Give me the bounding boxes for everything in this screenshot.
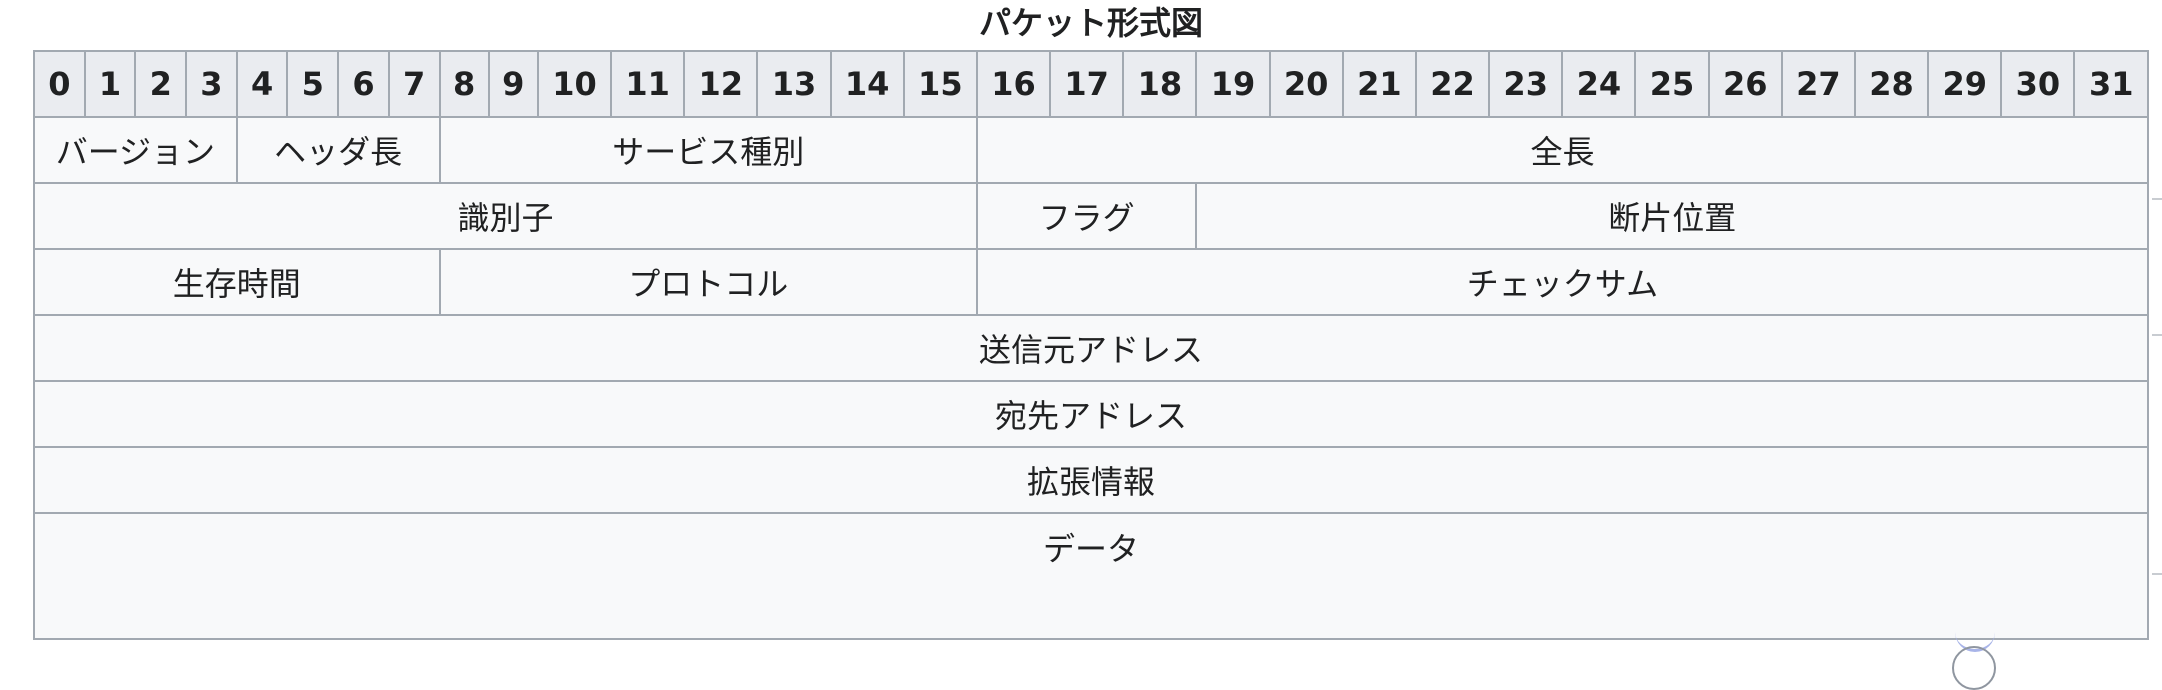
packet-row-3: 生存時間 プロトコル チェックサム [33, 248, 2150, 316]
bit-number-29: 29 [1927, 50, 2003, 118]
bit-number-24: 24 [1561, 50, 1637, 118]
bit-number-4: 4 [235, 50, 289, 118]
bit-number-14: 14 [829, 50, 905, 118]
packet-row-7: データ [33, 512, 2149, 640]
side-divider [2152, 334, 2162, 336]
bit-number-16: 16 [975, 50, 1052, 118]
bit-number-0: 0 [33, 50, 86, 118]
field-version: バージョン [33, 116, 238, 184]
field-fragment-offset: 断片位置 [1195, 182, 2149, 250]
packet-row-4: 送信元アドレス [33, 314, 2149, 382]
field-source-address: 送信元アドレス [33, 314, 2149, 382]
bit-number-13: 13 [756, 50, 832, 118]
bit-number-2: 2 [134, 50, 188, 118]
field-data: データ [33, 512, 2149, 640]
bit-number-9: 9 [487, 50, 539, 118]
packet-format-table: 0 1 2 3 4 5 6 7 8 9 10 11 12 13 14 15 16 17 18 19 20 21 22 23 24… [33, 50, 2150, 640]
bit-header-row: 0 1 2 3 4 5 6 7 8 9 10 11 12 13 14 15 16 17 18 19 20 21 22 23 24… [33, 50, 2149, 118]
field-options: 拡張情報 [33, 446, 2149, 514]
bit-number-21: 21 [1341, 50, 1417, 118]
bit-number-18: 18 [1122, 50, 1198, 118]
field-total-length: 全長 [975, 116, 2150, 184]
bit-number-27: 27 [1780, 50, 1856, 118]
field-ttl: 生存時間 [33, 248, 441, 316]
page-frame: パケット形式図 0 1 2 3 4 5 6 7 8 9 10 11 12 13 14 15 16 17 18 19 20… [0, 0, 2162, 690]
bit-number-15: 15 [902, 50, 978, 118]
bit-number-8: 8 [438, 50, 490, 118]
field-identifier: 識別子 [33, 182, 978, 250]
bit-number-11: 11 [610, 50, 686, 118]
field-destination-address: 宛先アドレス [33, 380, 2149, 448]
bit-number-12: 12 [683, 50, 759, 118]
bit-number-6: 6 [337, 50, 390, 118]
bit-number-1: 1 [83, 50, 137, 118]
field-protocol: プロトコル [438, 248, 978, 316]
bit-number-26: 26 [1707, 50, 1783, 118]
bit-number-22: 22 [1414, 50, 1491, 118]
bit-number-25: 25 [1634, 50, 1710, 118]
bit-number-31: 31 [2073, 50, 2149, 118]
bit-number-23: 23 [1488, 50, 1564, 118]
field-flags: フラグ [975, 182, 1198, 250]
bit-number-30: 30 [2000, 50, 2076, 118]
packet-row-2: 識別子 フラグ 断片位置 [33, 182, 2149, 250]
bit-number-28: 28 [1853, 50, 1930, 118]
side-divider [2152, 573, 2162, 575]
bit-number-3: 3 [185, 50, 238, 118]
field-service-type: サービス種別 [438, 116, 978, 184]
bit-number-10: 10 [536, 50, 613, 118]
bit-number-5: 5 [286, 50, 340, 118]
bit-number-19: 19 [1195, 50, 1271, 118]
bit-number-20: 20 [1268, 50, 1344, 118]
packet-row-1: バージョン ヘッダ長 サービス種別 全長 [33, 116, 2150, 184]
bit-number-7: 7 [387, 50, 441, 118]
diagram-caption: パケット形式図 [978, 4, 1203, 42]
field-header-length: ヘッダ長 [235, 116, 441, 184]
packet-row-5: 宛先アドレス [33, 380, 2149, 448]
partial-circle-icon [1952, 646, 1996, 690]
field-checksum: チェックサム [975, 248, 2150, 316]
packet-row-6: 拡張情報 [33, 446, 2149, 514]
bit-number-17: 17 [1049, 50, 1125, 118]
side-divider [2152, 198, 2162, 200]
